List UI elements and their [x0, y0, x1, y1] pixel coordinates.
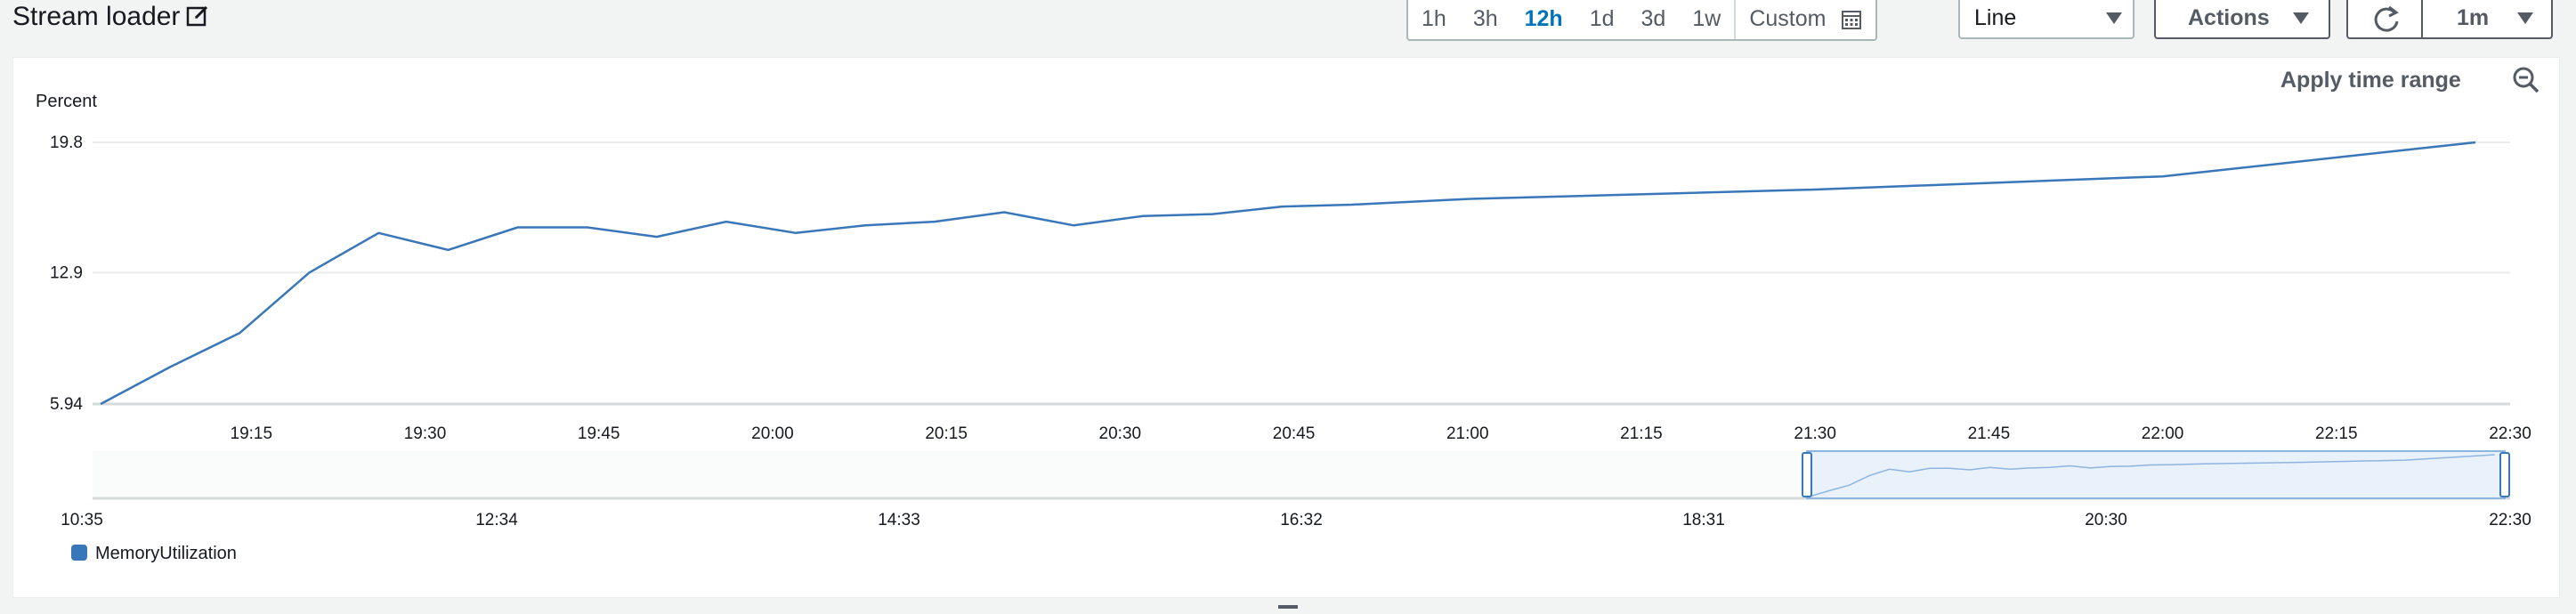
line-chart: Percent 5.94 12.9 19.8 19:15 19:30 19:45 20:00 2… [36, 92, 2531, 563]
x-tick-label: 20:30 [1099, 424, 1142, 443]
resize-handle[interactable] [1278, 605, 1298, 609]
y-tick-label: 19.8 [50, 133, 83, 152]
navigator-tick-label: 14:33 [878, 511, 920, 529]
y-axis-label: Percent [36, 92, 97, 111]
navigator-tick-label: 20:30 [2085, 511, 2127, 529]
x-tick-label: 22:30 [2489, 424, 2531, 443]
x-tick-label: 20:00 [751, 424, 794, 443]
navigator-tick-label: 12:34 [475, 511, 518, 529]
x-tick-label: 20:15 [925, 424, 968, 443]
x-tick-label: 21:45 [1968, 424, 2011, 443]
x-tick-label: 20:45 [1273, 424, 1316, 443]
x-tick-label: 22:00 [2142, 424, 2184, 443]
navigator-selection[interactable] [1806, 450, 2506, 499]
navigator-left-handle[interactable] [1802, 452, 1812, 497]
navigator-tick-label: 16:32 [1280, 511, 1323, 529]
x-tick-label: 19:30 [404, 424, 447, 443]
y-tick-label: 5.94 [50, 395, 83, 414]
navigator-tick-label: 10:35 [61, 511, 103, 529]
legend-swatch[interactable] [71, 545, 87, 561]
x-tick-label: 21:15 [1620, 424, 1663, 443]
x-tick-label: 22:15 [2315, 424, 2358, 443]
navigator-right-handle[interactable] [2499, 452, 2510, 497]
navigator-tick-label: 22:30 [2489, 511, 2531, 529]
x-tick-label: 19:15 [231, 424, 273, 443]
x-tick-label: 19:45 [578, 424, 620, 443]
x-tick-label: 21:30 [1794, 424, 1836, 443]
legend-label: MemoryUtilization [95, 544, 237, 563]
navigator-tick-label: 18:31 [1682, 511, 1725, 529]
y-tick-label: 12.9 [50, 263, 83, 282]
x-tick-label: 21:00 [1446, 424, 1489, 443]
